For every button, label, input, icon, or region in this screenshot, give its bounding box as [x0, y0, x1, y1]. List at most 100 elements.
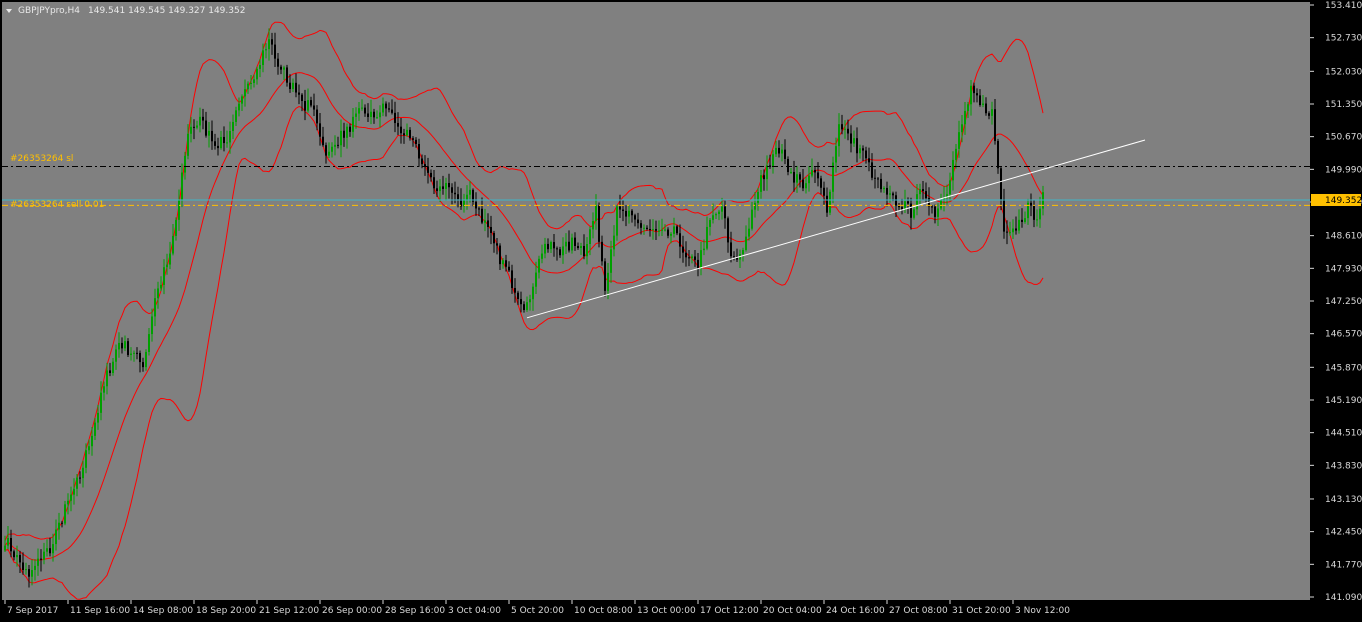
price-tick-label: 147.250: [1325, 297, 1362, 307]
chart-window[interactable]: 153.410 152.730 152.030 151.350 150.670 149.9…: [0, 0, 1362, 622]
candle-body: [331, 146, 333, 152]
candle-body: [925, 191, 927, 199]
price-tick-label: 146.570: [1325, 330, 1362, 340]
candle-body: [154, 298, 156, 317]
price-tick-label: 142.450: [1325, 528, 1362, 538]
candle-body: [1003, 199, 1005, 232]
candle-body: [622, 209, 624, 211]
candle-body: [85, 450, 87, 468]
candle-body: [613, 235, 615, 250]
candle-body: [19, 554, 21, 563]
candle-body: [475, 201, 477, 209]
candle-body: [100, 392, 102, 413]
candle-body: [646, 227, 648, 229]
candle-body: [934, 206, 936, 217]
candle-body: [616, 206, 618, 236]
candle-body: [523, 304, 525, 311]
candle-body: [532, 286, 534, 300]
candle-body: [385, 103, 387, 109]
ohlc-readout: 149.541 149.545 149.327 149.352: [88, 6, 245, 16]
candle-body: [499, 245, 501, 265]
candle-body: [997, 140, 999, 169]
candle-body: [307, 100, 309, 111]
candle-body: [889, 193, 891, 195]
time-tick-label: 3 Nov 12:00: [1015, 606, 1070, 616]
candle-body: [226, 142, 228, 144]
price-tick-label: 150.670: [1325, 133, 1362, 143]
candle-body: [1009, 232, 1011, 234]
candle-body: [763, 175, 765, 180]
candle-body: [7, 538, 9, 546]
sell-order-label[interactable]: #26353264 sell 0.01: [10, 200, 104, 210]
candle-body: [502, 260, 504, 265]
candle-body: [13, 551, 15, 558]
candle-body: [610, 249, 612, 273]
candle-body: [955, 148, 957, 160]
candle-body: [67, 500, 69, 505]
candle-body: [952, 159, 954, 181]
sl-order-label[interactable]: #26353264 sl: [10, 154, 73, 164]
candle-body: [139, 352, 141, 363]
candle-body: [244, 89, 246, 97]
candle-body: [976, 93, 978, 96]
candle-body: [268, 39, 270, 50]
candle-body: [754, 202, 756, 210]
candle-body: [961, 124, 963, 133]
candle-body: [25, 569, 27, 571]
candle-body: [199, 116, 201, 126]
candle-body: [439, 186, 441, 192]
candle-body: [802, 179, 804, 189]
time-tick-label: 18 Sep 20:00: [196, 606, 256, 616]
candle-body: [103, 386, 105, 393]
candle-body: [163, 267, 165, 285]
candle-body: [88, 446, 90, 451]
candle-body: [853, 138, 855, 144]
price-tick-label: 151.350: [1325, 100, 1362, 110]
candle-body: [256, 68, 258, 80]
candle-body: [529, 299, 531, 303]
candle-body: [211, 130, 213, 142]
price-tick-label: 143.830: [1325, 461, 1362, 471]
candle-body: [442, 186, 444, 189]
candle-body: [730, 242, 732, 257]
candle-body: [673, 226, 675, 234]
candle-body: [844, 128, 846, 130]
candle-body: [79, 477, 81, 479]
candle-body: [805, 183, 807, 189]
candle-body: [970, 85, 972, 105]
candle-body: [1033, 205, 1035, 220]
candle-body: [55, 529, 57, 545]
candle-body: [28, 569, 30, 577]
candle-body: [811, 169, 813, 176]
candle-body: [160, 284, 162, 289]
candle-body: [892, 193, 894, 196]
candle-body: [877, 178, 879, 180]
candle-body: [289, 82, 291, 90]
candle-body: [799, 174, 801, 180]
candle-body: [562, 246, 564, 256]
candle-body: [982, 103, 984, 105]
candle-body: [325, 145, 327, 156]
candle-body: [43, 551, 45, 560]
candle-body: [871, 162, 873, 178]
candle-body: [376, 117, 378, 119]
candle-body: [136, 352, 138, 354]
candle-body: [859, 148, 861, 154]
candle-body: [670, 233, 672, 236]
candle-body: [178, 199, 180, 220]
candle-body: [583, 245, 585, 257]
price-tick-label: 153.410: [1325, 1, 1362, 11]
candle-body: [526, 302, 528, 311]
candle-body: [808, 175, 810, 184]
candle-body: [514, 288, 516, 293]
candle-body: [76, 477, 78, 489]
candle-body: [253, 79, 255, 83]
candle-body: [49, 548, 51, 554]
candle-body: [409, 129, 411, 139]
price-chart[interactable]: 153.410 152.730 152.030 151.350 150.670 149.9…: [0, 0, 1362, 622]
candle-body: [631, 210, 633, 216]
candle-body: [190, 126, 192, 134]
plot-area[interactable]: [2, 2, 1310, 600]
candle-body: [361, 107, 363, 109]
candle-body: [1000, 168, 1002, 200]
